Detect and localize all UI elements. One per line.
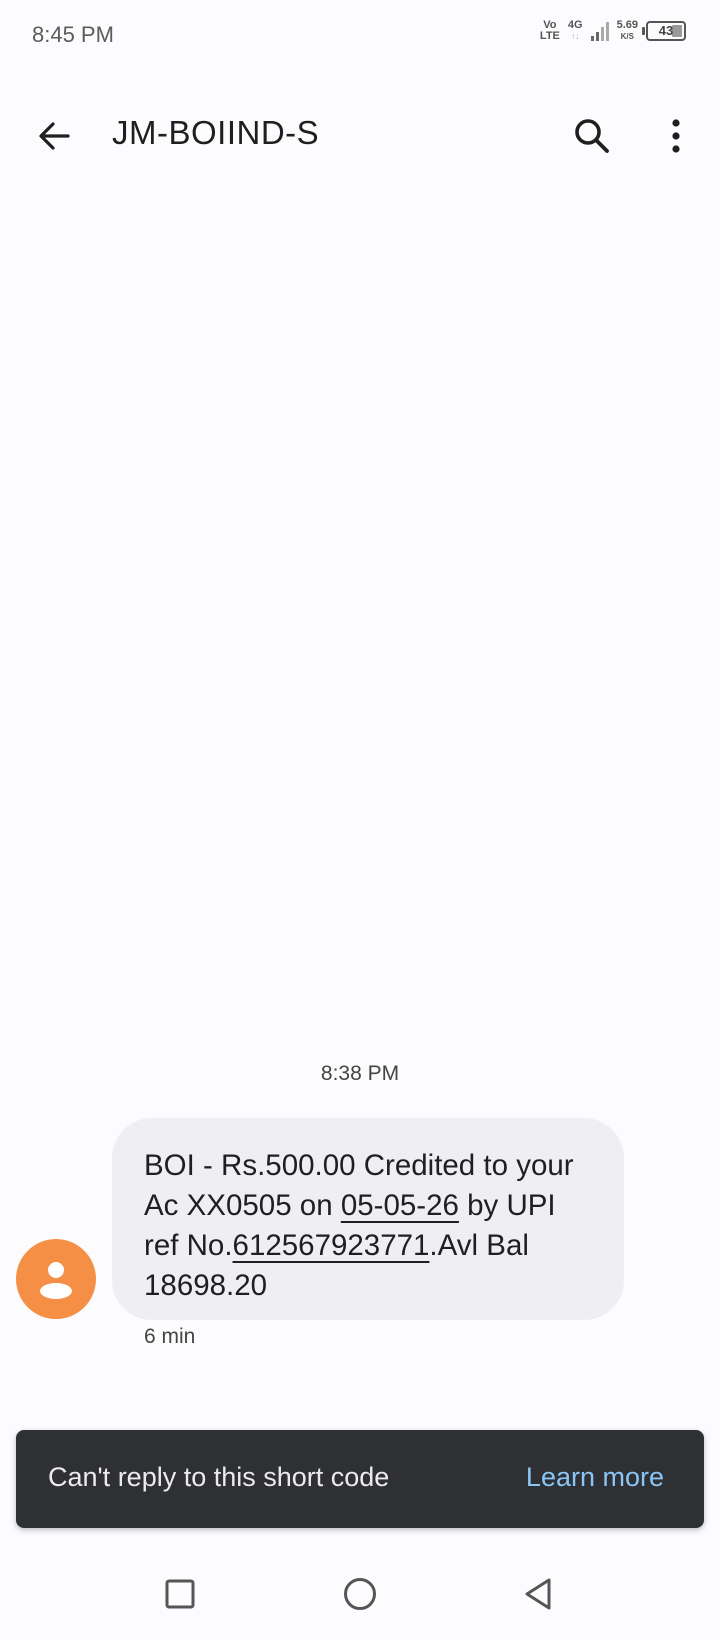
message-age: 6 min (144, 1325, 196, 1348)
messages-screen: 8:45 PM Vo LTE 4G ↑↓ 5.69 K/S 43 JM-BOII… (0, 0, 720, 1640)
back-button[interactable] (30, 112, 78, 160)
network-type: 4G (567, 19, 583, 31)
status-icons: Vo LTE 4G ↑↓ 5.69 K/S 43 (540, 20, 686, 42)
more-options-button[interactable] (652, 110, 700, 162)
battery-level: 43 (658, 23, 674, 38)
recents-button[interactable] (152, 1568, 208, 1620)
signal-icon (590, 21, 609, 41)
snackbar-text: Can't reply to this short code (48, 1462, 390, 1492)
battery-fill (672, 25, 682, 37)
volte-bottom: LTE (539, 30, 560, 42)
ref-number-link[interactable]: 612567923771 (233, 1229, 430, 1262)
system-nav-bar (0, 1548, 720, 1640)
home-circle-icon (344, 1578, 376, 1610)
volte-icon: Vo LTE (540, 20, 560, 42)
nav-back-button[interactable] (510, 1568, 566, 1620)
date-link[interactable]: 05-05-26 (341, 1189, 459, 1222)
battery-icon: 43 (642, 21, 686, 41)
status-bar: 8:45 PM Vo LTE 4G ↑↓ 5.69 K/S 43 (0, 0, 720, 72)
message-timestamp: 8:38 PM (320, 1062, 400, 1085)
learn-more-button[interactable]: Learn more (526, 1462, 664, 1493)
speed-value: 5.69 (616, 19, 638, 31)
status-time: 8:45 PM (32, 22, 114, 47)
conversation-title: JM-BOIIND-S (112, 114, 320, 151)
network-type-icon: 4G ↑↓ (568, 20, 583, 42)
more-vert-icon (672, 119, 680, 153)
speed-unit: K/S (620, 32, 634, 41)
search-icon (575, 119, 609, 153)
arrow-back-icon (39, 122, 70, 150)
message-bubble[interactable]: BOI - Rs.500.00 Credited to your Ac XX05… (112, 1118, 624, 1320)
top-app-bar: JM-BOIIND-S (0, 96, 720, 176)
back-triangle-icon (525, 1578, 551, 1610)
reply-disabled-snackbar: Can't reply to this short code Learn mor… (16, 1430, 704, 1528)
sender-avatar[interactable] (16, 1239, 96, 1319)
search-button[interactable] (566, 110, 618, 162)
network-speed: 5.69 K/S (617, 20, 638, 42)
recents-square-icon (165, 1579, 195, 1609)
home-button[interactable] (332, 1568, 388, 1620)
data-arrows-icon: ↑↓ (571, 32, 580, 41)
person-icon (40, 1262, 72, 1299)
